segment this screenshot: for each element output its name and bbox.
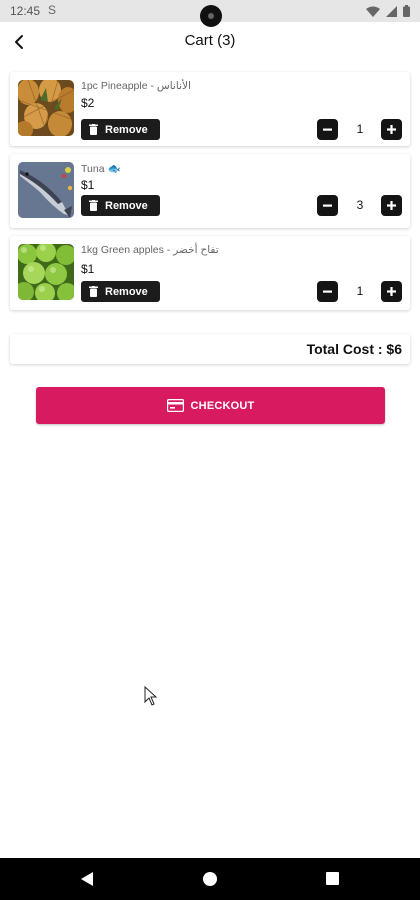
app-bar: Cart (3) — [0, 22, 420, 62]
increase-quantity-button[interactable] — [381, 195, 402, 216]
nav-recents-icon[interactable] — [326, 872, 339, 885]
increase-quantity-button[interactable] — [381, 119, 402, 140]
plus-icon — [387, 125, 396, 134]
cart-item: 1pc Pineapple - الأناناس $2 Remove 1 — [10, 72, 410, 146]
minus-icon — [323, 204, 332, 207]
pineapple-image — [18, 80, 74, 136]
trash-icon — [89, 286, 98, 297]
product-price: $2 — [81, 96, 95, 110]
remove-label: Remove — [105, 199, 148, 212]
trash-icon — [89, 200, 98, 211]
cart-list: 1pc Pineapple - الأناناس $2 Remove 1 Tun… — [10, 72, 410, 318]
page-title: Cart (3) — [184, 32, 236, 49]
product-name: 1pc Pineapple - الأناناس — [81, 80, 191, 92]
notification-icon: S — [48, 3, 57, 17]
total-card: Total Cost : $6 — [10, 334, 410, 364]
plus-icon — [387, 201, 396, 210]
tuna-image — [18, 162, 74, 218]
quantity-value: 1 — [356, 284, 364, 298]
increase-quantity-button[interactable] — [381, 281, 402, 302]
remove-button[interactable]: Remove — [81, 195, 160, 216]
trash-icon — [89, 124, 98, 135]
system-navigation-bar — [0, 858, 420, 900]
nav-home-icon[interactable] — [203, 872, 217, 886]
status-time: 12:45 — [10, 4, 41, 18]
cart-item: Tuna 🐟 $1 Remove 3 — [10, 154, 410, 228]
cart-item: 1kg Green apples - تفاح أخضر $1 Remove 1 — [10, 236, 410, 310]
remove-button[interactable]: Remove — [81, 119, 160, 140]
green-apples-image — [18, 244, 74, 300]
decrease-quantity-button[interactable] — [317, 119, 338, 140]
credit-card-icon — [166, 399, 184, 412]
product-name: 1kg Green apples - تفاح أخضر — [81, 244, 219, 256]
nav-back-icon[interactable] — [80, 871, 94, 887]
checkout-button[interactable]: CHECKOUT — [36, 387, 385, 424]
product-name: Tuna 🐟 — [81, 163, 121, 175]
mouse-cursor-icon — [144, 686, 158, 706]
quantity-value: 1 — [356, 122, 364, 136]
remove-label: Remove — [105, 285, 148, 298]
minus-icon — [323, 290, 332, 293]
decrease-quantity-button[interactable] — [317, 195, 338, 216]
plus-icon — [387, 287, 396, 296]
battery-icon — [403, 5, 410, 17]
signal-icon — [386, 5, 397, 17]
remove-button[interactable]: Remove — [81, 281, 160, 302]
total-cost: Total Cost : $6 — [306, 341, 402, 357]
status-icons — [366, 5, 410, 17]
quantity-value: 3 — [356, 198, 364, 212]
minus-icon — [323, 128, 332, 131]
wifi-icon — [366, 6, 380, 17]
remove-label: Remove — [105, 123, 148, 136]
product-price: $1 — [81, 178, 95, 192]
checkout-label: CHECKOUT — [190, 399, 255, 412]
product-price: $1 — [81, 262, 95, 276]
decrease-quantity-button[interactable] — [317, 281, 338, 302]
camera-cutout — [200, 5, 222, 27]
